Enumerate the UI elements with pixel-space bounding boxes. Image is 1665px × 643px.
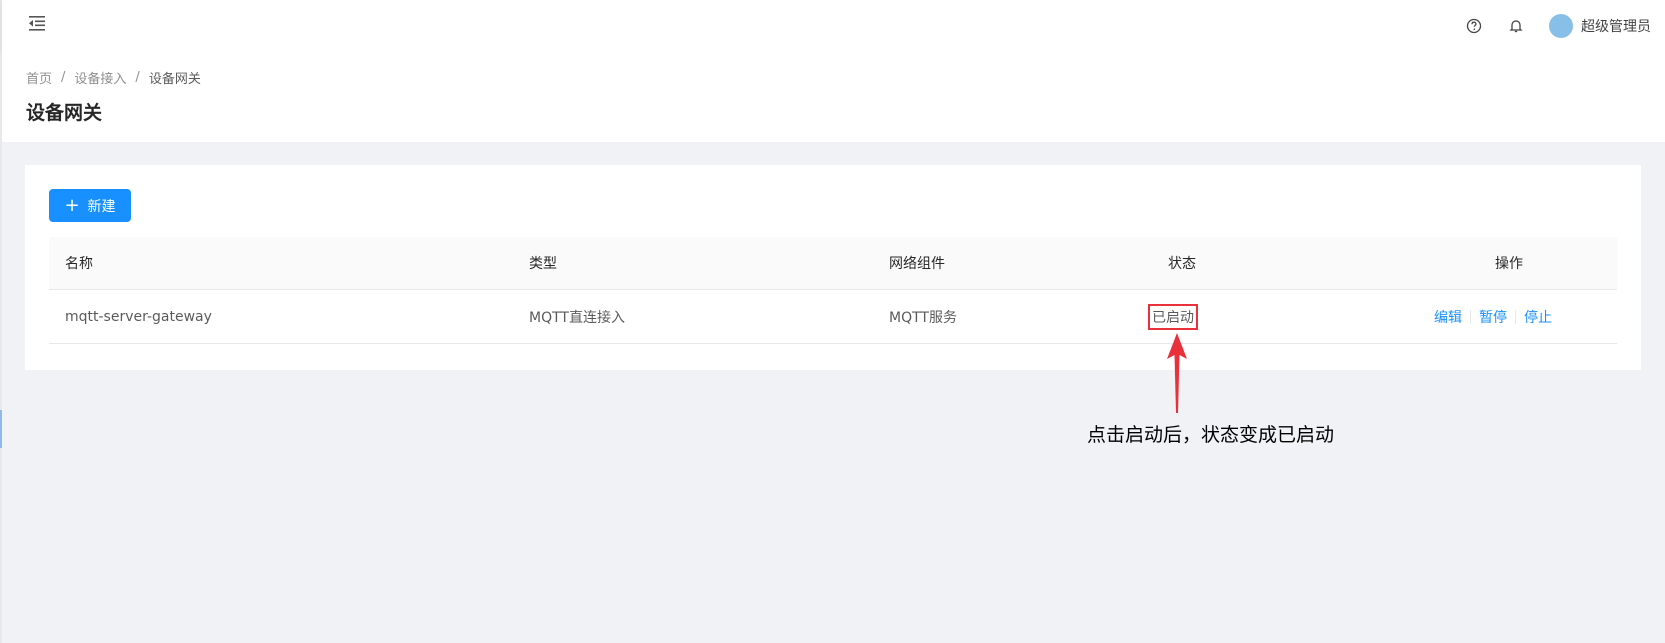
header-actions: 超级管理员 <box>1463 0 1651 52</box>
new-button-label: 新建 <box>87 198 116 215</box>
cell-name: mqtt-server-gateway <box>65 308 212 325</box>
annotation-arrow-icon <box>1167 333 1187 413</box>
question-circle-icon[interactable] <box>1463 15 1485 37</box>
user-menu[interactable]: 超级管理员 <box>1549 14 1651 38</box>
breadcrumb: 首页 / 设备接入 / 设备网关 <box>26 68 201 87</box>
breadcrumb-device-access[interactable]: 设备接入 <box>74 68 126 87</box>
page-title: 设备网关 <box>26 102 103 124</box>
annotation-text: 点击启动后，状态变成已启动 <box>1087 424 1335 446</box>
breadcrumb-device-gateway: 设备网关 <box>148 72 201 87</box>
action-divider <box>1470 309 1471 324</box>
pause-link[interactable]: 暂停 <box>1479 307 1507 327</box>
breadcrumb-separator: / <box>61 70 66 85</box>
column-header-actions: 操作 <box>1495 256 1523 272</box>
table-header: 名称 类型 网络组件 状态 操作 <box>49 237 1617 290</box>
column-header-name: 名称 <box>65 256 93 272</box>
cell-type: MQTT直连接入 <box>529 309 625 326</box>
gateway-card: + 新建 名称 类型 网络组件 状态 操作 mqtt-server-gatewa… <box>25 165 1641 370</box>
column-header-network: 网络组件 <box>889 256 945 272</box>
edit-link[interactable]: 编辑 <box>1434 307 1462 327</box>
new-button[interactable]: + 新建 <box>49 189 131 222</box>
breadcrumb-separator: / <box>135 70 140 85</box>
gateway-table: 名称 类型 网络组件 状态 操作 mqtt-server-gateway MQT… <box>49 237 1617 344</box>
username: 超级管理员 <box>1581 19 1651 35</box>
left-edge-marker <box>0 410 2 448</box>
menu-fold-icon[interactable] <box>26 12 48 34</box>
top-header: 超级管理员 <box>2 0 1665 52</box>
bell-icon[interactable] <box>1505 15 1527 37</box>
page-header: 首页 / 设备接入 / 设备网关 设备网关 <box>2 52 1665 142</box>
stop-link[interactable]: 停止 <box>1524 307 1552 327</box>
cell-actions: 编辑 暂停 停止 <box>1434 290 1552 343</box>
breadcrumb-home[interactable]: 首页 <box>26 68 52 87</box>
cell-network: MQTT服务 <box>889 309 957 326</box>
status-badge: 已启动 <box>1148 303 1198 330</box>
action-divider <box>1515 309 1516 324</box>
column-header-type: 类型 <box>529 256 557 272</box>
avatar <box>1549 14 1573 38</box>
table-row: mqtt-server-gateway MQTT直连接入 MQTT服务 已启动 … <box>49 290 1617 344</box>
column-header-status: 状态 <box>1168 256 1196 272</box>
plus-icon: + <box>64 194 80 216</box>
